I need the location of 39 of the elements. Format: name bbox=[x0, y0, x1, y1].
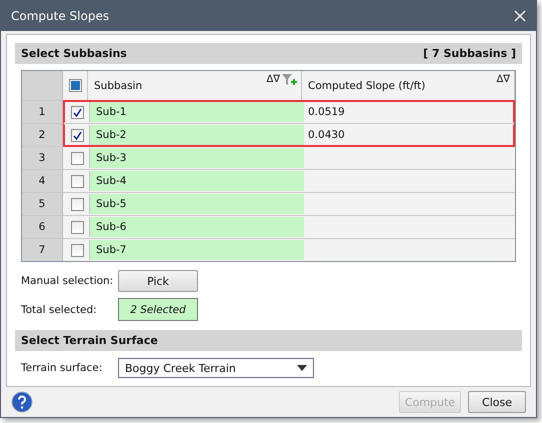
row-checkbox[interactable] bbox=[70, 220, 84, 234]
row-checkbox[interactable] bbox=[70, 174, 84, 188]
help-icon[interactable] bbox=[11, 391, 33, 413]
window-title: Compute Slopes bbox=[11, 9, 110, 23]
table-cell: Sub-5 bbox=[90, 194, 304, 214]
selection-status: 2 Selected bbox=[118, 298, 198, 321]
row-number: 1 bbox=[22, 101, 63, 123]
dialog-button[interactable]: Close bbox=[468, 391, 526, 413]
row-checkbox[interactable] bbox=[70, 152, 84, 164]
field-label: Terrain surface: bbox=[21, 362, 104, 374]
row-number: 7 bbox=[22, 239, 63, 261]
sort-glyph[interactable]: Δ∇ bbox=[266, 74, 280, 85]
table-cell: Sub-3 bbox=[90, 148, 304, 168]
row-number: 4 bbox=[22, 170, 63, 192]
table-cell: Sub-1 bbox=[90, 102, 304, 122]
row-number: 3 bbox=[22, 147, 63, 169]
row-checkbox[interactable] bbox=[70, 198, 84, 210]
table-cell: Sub-6 bbox=[90, 217, 304, 237]
subbasin-count: [ 7 Subbasins ] bbox=[423, 47, 516, 60]
pick-button[interactable]: Pick bbox=[118, 270, 198, 292]
row-checkbox[interactable] bbox=[70, 106, 84, 118]
table-cell: Sub-7 bbox=[90, 240, 304, 260]
row-number: 5 bbox=[22, 193, 63, 215]
table-cell: Sub-2 bbox=[90, 125, 304, 145]
row-number: 2 bbox=[22, 124, 63, 146]
dropdown-arrow-icon bbox=[297, 365, 307, 371]
row-checkbox[interactable] bbox=[70, 244, 84, 256]
table-cell: Sub-4 bbox=[90, 171, 304, 191]
section-title: Select Terrain Surface bbox=[21, 334, 158, 347]
field-label: Manual selection: bbox=[21, 275, 114, 287]
sort-glyph[interactable]: Δ∇ bbox=[496, 74, 510, 85]
field-label: Total selected: bbox=[21, 304, 98, 316]
section-title: Select Subbasins bbox=[21, 47, 127, 60]
select-all-checkbox[interactable] bbox=[68, 79, 82, 92]
row-number: 6 bbox=[22, 216, 63, 238]
close-icon[interactable] bbox=[514, 10, 526, 22]
filter-icon[interactable] bbox=[282, 74, 297, 87]
terrain-dropdown[interactable]: Boggy Creek Terrain bbox=[118, 358, 314, 378]
row-checkbox[interactable] bbox=[70, 128, 84, 142]
